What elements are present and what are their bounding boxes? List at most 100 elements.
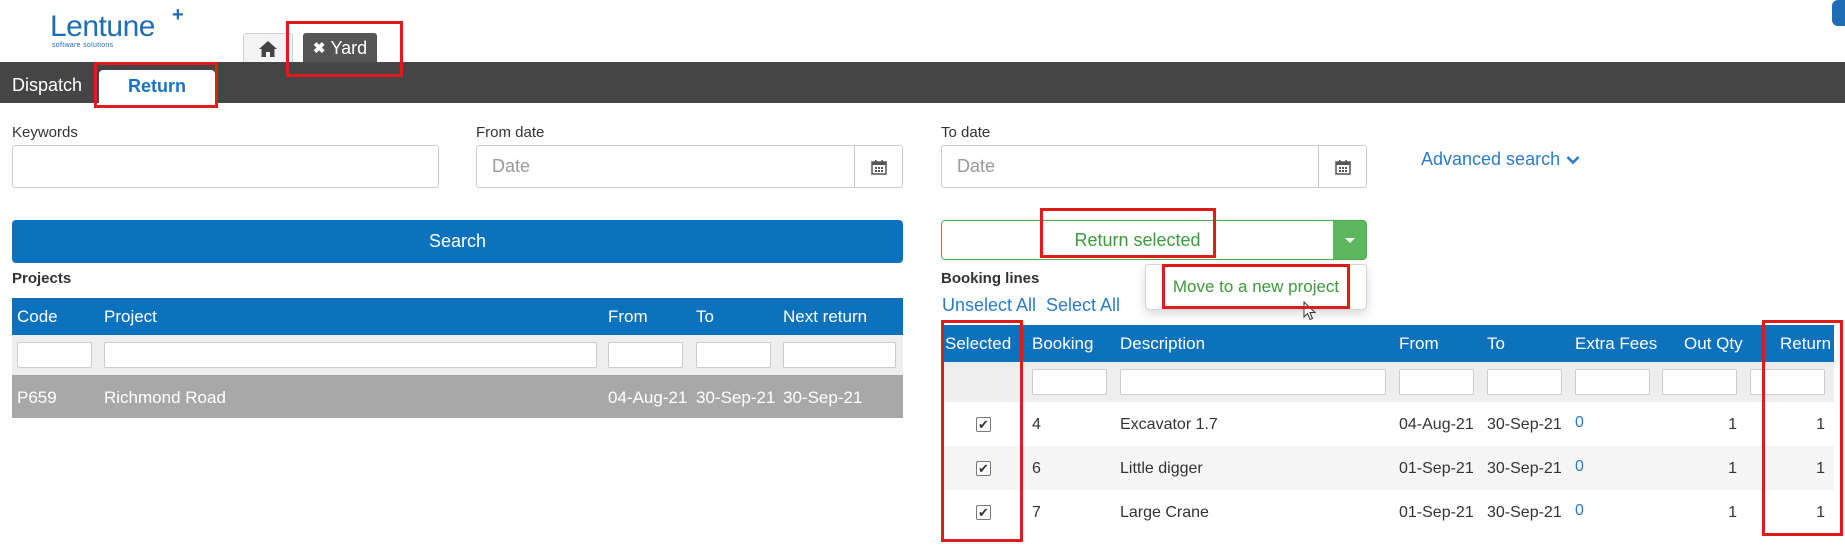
booking-out-qty: 1 [1728, 460, 1737, 477]
booking-description: Little digger [1120, 460, 1203, 477]
booking-return-qty[interactable]: 1 [1750, 504, 1825, 522]
filter-booking-input[interactable] [1032, 369, 1107, 395]
booking-description: Excavator 1.7 [1120, 416, 1218, 433]
projects-header-row: Code Project From To Next return [12, 298, 903, 335]
filter-from-input[interactable] [1399, 369, 1474, 395]
col-next-return-header[interactable]: Next return [783, 307, 867, 327]
keywords-label: Keywords [12, 124, 78, 141]
home-icon [259, 40, 277, 57]
nav-tab-dispatch[interactable]: Dispatch [12, 75, 82, 96]
booking-number: 7 [1032, 504, 1041, 521]
booking-out-qty: 1 [1728, 416, 1737, 433]
project-next-return: 30-Sep-21 [783, 388, 863, 407]
checkbox-checked[interactable]: ✔ [976, 416, 991, 432]
chevron-down-icon [1566, 155, 1580, 164]
project-from: 04-Aug-21 [608, 388, 688, 407]
booking-number: 4 [1032, 416, 1041, 433]
select-all-link[interactable]: Select All [1046, 295, 1120, 316]
filter-code-input[interactable] [17, 342, 92, 368]
to-date-placeholder[interactable]: Date [942, 146, 1318, 187]
extra-fees-link[interactable]: 0 [1575, 458, 1584, 476]
keywords-input[interactable] [12, 145, 439, 188]
tab-yard[interactable]: ✖ Yard [303, 33, 377, 63]
split-dropdown-toggle[interactable] [1333, 221, 1366, 259]
filter-to-input[interactable] [1487, 369, 1562, 395]
booking-return-qty[interactable]: 1 [1750, 416, 1825, 434]
booking-from: 01-Sep-21 [1399, 504, 1474, 521]
move-to-new-project-item[interactable]: Move to a new project [1173, 277, 1339, 297]
return-selected-split-button: Return selected [941, 220, 1367, 260]
col-from-header[interactable]: From [1399, 334, 1439, 354]
filter-project-input[interactable] [104, 342, 597, 368]
logo-text: Lentune [50, 10, 155, 43]
return-selected-button[interactable]: Return selected [942, 221, 1333, 259]
col-project-header[interactable]: Project [104, 307, 157, 327]
calendar-icon[interactable] [1318, 146, 1366, 187]
col-from-header[interactable]: From [608, 307, 648, 327]
project-name: Richmond Road [104, 388, 226, 407]
dropdown-menu: Move to a new project [1145, 264, 1367, 310]
advanced-search-label[interactable]: Advanced search [1421, 149, 1560, 170]
col-code-header[interactable]: Code [17, 307, 58, 327]
checkbox-checked[interactable]: ✔ [976, 504, 991, 520]
row-select-cell[interactable]: ✔ [941, 446, 1026, 490]
booking-return-qty[interactable]: 1 [1750, 460, 1825, 478]
booking-to: 30-Sep-21 [1487, 460, 1562, 477]
col-out-qty-header[interactable]: Out Qty [1684, 334, 1743, 354]
filter-to-input[interactable] [696, 342, 771, 368]
col-description-header[interactable]: Description [1120, 334, 1205, 354]
nav-tab-return[interactable]: Return [99, 70, 215, 103]
tab-home[interactable] [243, 33, 293, 63]
caret-down-icon [1344, 237, 1355, 243]
booking-filter-row [941, 362, 1834, 402]
booking-to: 30-Sep-21 [1487, 416, 1562, 433]
table-row[interactable]: P659 Richmond Road 04-Aug-21 30-Sep-21 3… [12, 375, 903, 418]
booking-description: Large Crane [1120, 504, 1209, 521]
filter-from-input[interactable] [608, 342, 683, 368]
table-row[interactable]: ✔ 4 Excavator 1.7 04-Aug-21 30-Sep-21 0 … [941, 402, 1834, 446]
filter-description-input[interactable] [1120, 369, 1386, 395]
extra-fees-link[interactable]: 0 [1575, 502, 1584, 520]
nav-bar [0, 62, 1845, 103]
search-button[interactable]: Search [12, 220, 903, 263]
unselect-all-link[interactable]: Unselect All [942, 295, 1036, 316]
project-to: 30-Sep-21 [696, 388, 776, 407]
to-date-label: To date [941, 124, 991, 141]
booking-from: 04-Aug-21 [1399, 416, 1474, 433]
filter-out-qty-input[interactable] [1662, 369, 1737, 395]
projects-title: Projects [12, 270, 72, 287]
from-date-label: From date [476, 124, 545, 141]
table-row[interactable]: ✔ 6 Little digger 01-Sep-21 30-Sep-21 0 … [941, 446, 1834, 490]
to-date-field[interactable]: Date [941, 145, 1367, 188]
calendar-icon[interactable] [854, 146, 902, 187]
from-date-placeholder[interactable]: Date [477, 146, 854, 187]
projects-filter-row [12, 335, 903, 375]
col-to-header[interactable]: To [696, 307, 714, 327]
side-scroll-tab[interactable] [1832, 0, 1845, 26]
logo-plus: + [172, 4, 184, 26]
lentune-logo: Lentune + software solutions [50, 4, 184, 49]
col-booking-header[interactable]: Booking [1032, 334, 1093, 354]
col-extra-fees-header[interactable]: Extra Fees [1575, 334, 1657, 354]
col-return-header[interactable]: Return [1780, 334, 1831, 354]
booking-out-qty: 1 [1728, 504, 1737, 521]
tab-yard-label: Yard [330, 37, 368, 58]
advanced-search-link[interactable]: Advanced search [1421, 149, 1580, 170]
table-row[interactable]: ✔ 7 Large Crane 01-Sep-21 30-Sep-21 0 1 … [941, 490, 1834, 534]
filter-extra-fees-input[interactable] [1575, 369, 1650, 395]
row-select-cell[interactable]: ✔ [941, 490, 1026, 534]
filter-next-return-input[interactable] [783, 342, 896, 368]
col-selected-header[interactable]: Selected [945, 334, 1011, 354]
project-code: P659 [17, 388, 57, 407]
row-select-cell[interactable]: ✔ [941, 402, 1026, 446]
extra-fees-link[interactable]: 0 [1575, 414, 1584, 432]
checkbox-checked[interactable]: ✔ [976, 460, 991, 476]
booking-from: 01-Sep-21 [1399, 460, 1474, 477]
booking-number: 6 [1032, 460, 1041, 477]
from-date-field[interactable]: Date [476, 145, 903, 188]
filter-return-input[interactable] [1750, 369, 1825, 395]
col-to-header[interactable]: To [1487, 334, 1505, 354]
close-icon[interactable]: ✖ [313, 39, 326, 57]
booking-to: 30-Sep-21 [1487, 504, 1562, 521]
booking-header-row: Selected Booking Description From To Ext… [941, 325, 1834, 362]
